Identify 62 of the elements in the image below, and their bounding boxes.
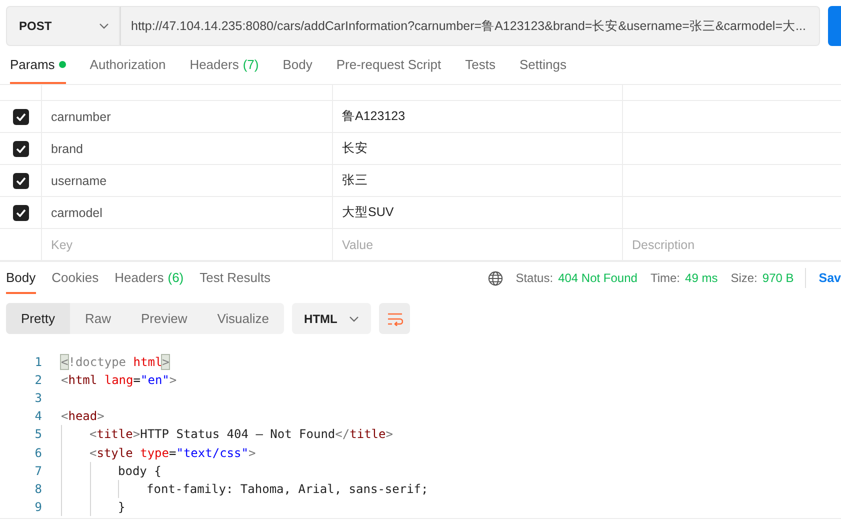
param-value[interactable]: 大型SUV [342,204,394,221]
code-line: <!doctype html> [61,355,170,370]
tab[interactable]: Authorization [90,46,166,84]
tab[interactable]: Test Results [200,262,270,294]
code-line: <title>HTTP Status 404 – Not Found</title> [90,427,393,442]
url-field[interactable]: http://47.104.14.235:8080/cars/addCarInformation?carnumber=鲁A123123&brand=长安&username=张三&carmodel=大... [120,6,820,46]
checkbox[interactable] [12,172,28,188]
check-icon [16,208,26,216]
checkbox[interactable] [12,108,28,124]
param-value[interactable]: 长安 [342,140,368,157]
view-mode-tab[interactable]: Visualize [202,303,284,334]
param-key[interactable]: brand [51,142,83,156]
view-mode-tab[interactable]: Raw [70,303,126,334]
status-label: Status: [516,271,554,285]
tab[interactable]: Headers (7) [190,46,259,84]
param-value[interactable]: 鲁A123123 [342,108,406,125]
tab[interactable]: Settings [519,46,566,84]
checkbox[interactable] [12,204,28,220]
format-dropdown[interactable]: HTML [292,303,372,334]
check-icon [16,176,26,184]
chevron-down-icon [349,316,360,322]
time-value: 49 ms [685,271,718,285]
check-icon [16,112,26,120]
tab[interactable]: Params [10,46,66,84]
tab[interactable]: Headers (6) [114,262,184,294]
line-number: 2 [34,373,43,388]
view-mode-tab[interactable]: Pretty [6,303,70,334]
size-label: Size: [730,271,758,285]
line-number: 5 [34,427,43,442]
time-label: Time: [650,271,680,285]
wrap-lines-icon[interactable] [379,303,410,334]
line-number: 6 [34,446,43,460]
checkbox[interactable] [12,140,28,156]
line-number: 7 [34,464,43,478]
chevron-down-icon [99,23,109,29]
code-line: } [118,500,126,514]
line-number: 8 [34,482,43,496]
param-key[interactable]: carnumber [51,110,111,124]
code-line: <head> [61,409,104,424]
status-value: 404 Not Found [558,271,638,285]
tab[interactable]: Body [282,46,312,84]
param-key[interactable]: carmodel [51,206,102,220]
code-line: font-family: Tahoma, Arial, sans-serif; [146,482,428,496]
code-line: body { [118,464,162,478]
param-value[interactable]: 张三 [342,172,368,189]
param-key[interactable]: username [51,174,107,188]
code-line: <style type="text/css"> [90,446,256,460]
tab[interactable]: Body [6,262,36,294]
save-button[interactable]: Sav [818,271,841,285]
line-number: 4 [34,409,43,424]
code-line: <html lang="en"> [61,373,177,388]
tab[interactable]: Pre-request Script [336,46,442,84]
tab[interactable]: Tests [465,46,496,84]
method-dropdown[interactable]: POST [6,6,120,46]
line-number: 9 [34,500,43,514]
size-value: 970 B [762,271,794,285]
line-number: 3 [34,391,43,406]
tab[interactable]: Cookies [52,262,99,294]
globe-icon[interactable] [488,270,503,286]
check-icon [16,144,26,152]
view-mode-tab[interactable]: Preview [126,303,202,334]
line-number: 1 [34,355,43,370]
